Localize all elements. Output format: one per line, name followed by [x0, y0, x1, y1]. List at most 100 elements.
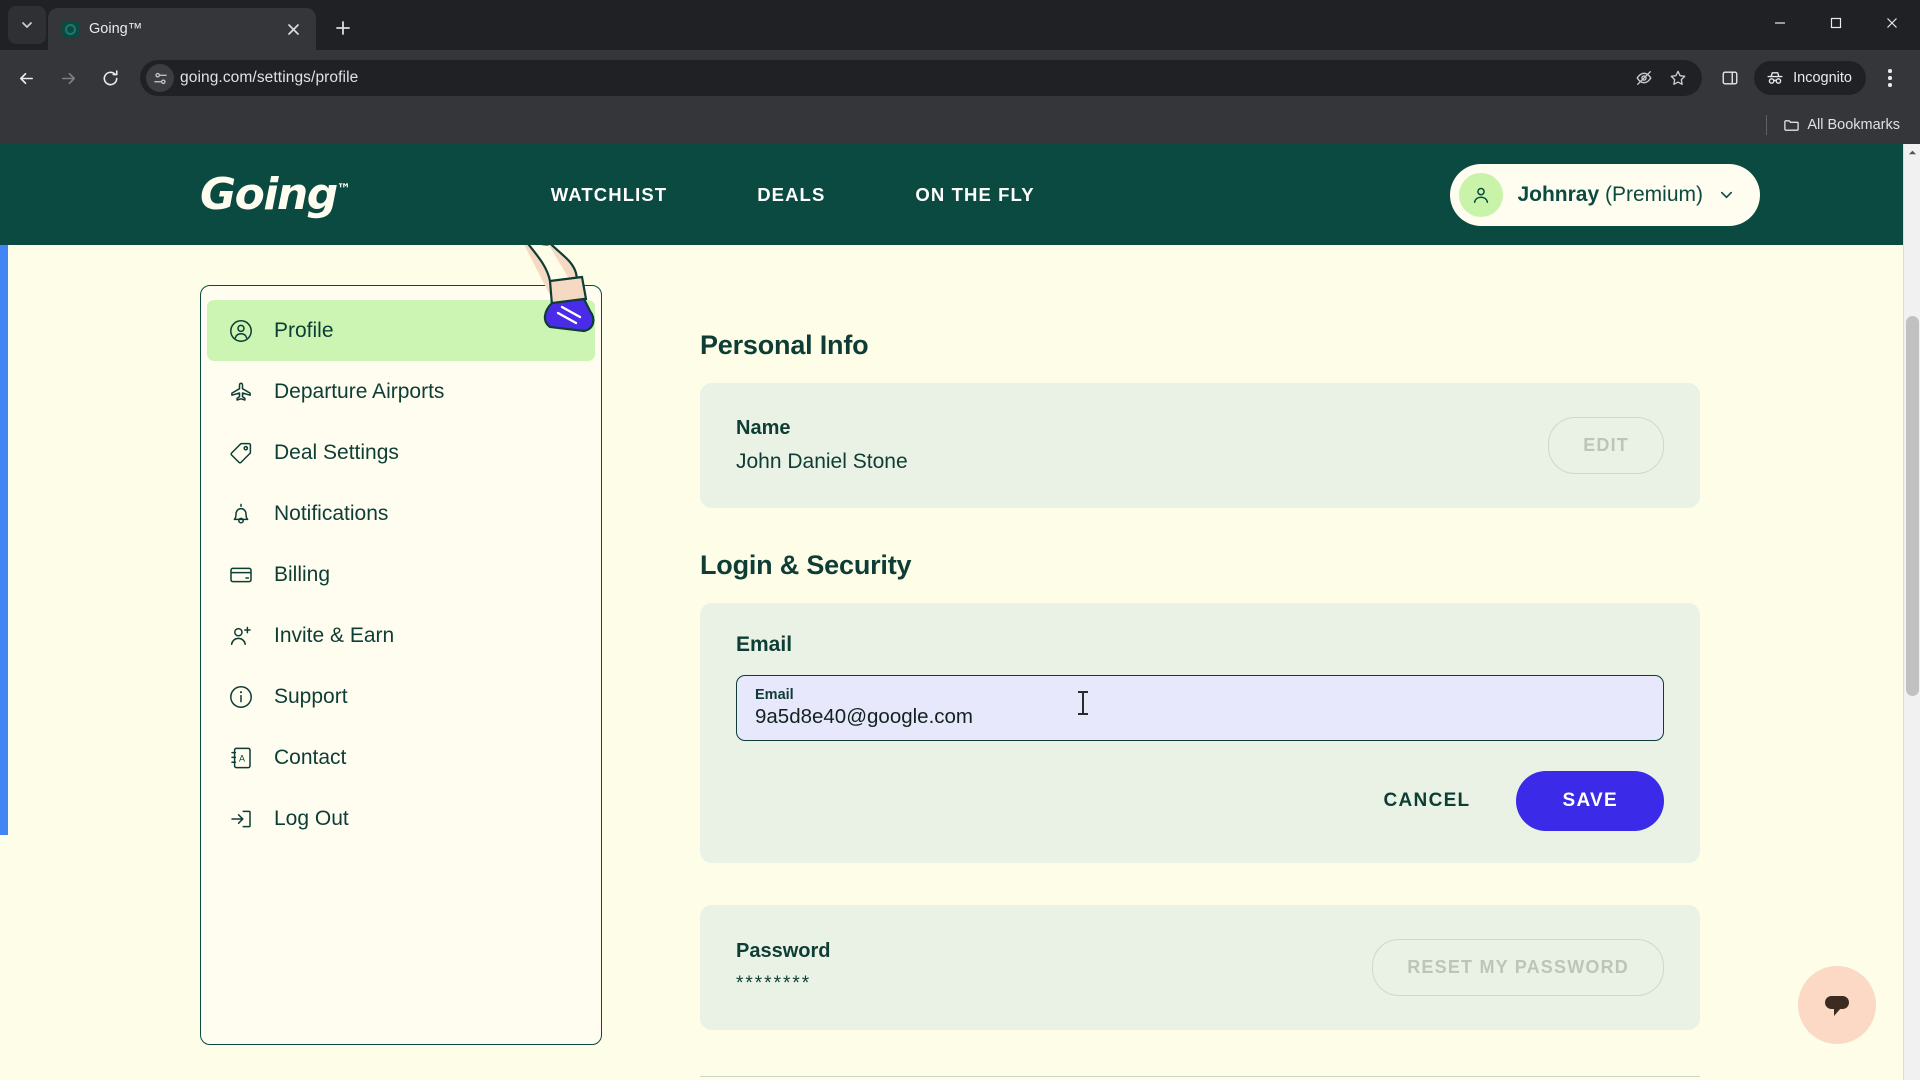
chat-widget-button[interactable]: [1798, 966, 1876, 1044]
scrollbar-thumb[interactable]: [1906, 316, 1919, 696]
folder-icon: [1784, 119, 1800, 131]
credit-card-icon: [227, 561, 254, 588]
side-panel-icon[interactable]: [1712, 60, 1748, 96]
url-text: going.com/settings/profile: [180, 69, 359, 86]
sidebar-label-log-out: Log Out: [274, 806, 349, 830]
minimize-icon[interactable]: [1752, 0, 1808, 46]
browser-window: Going™ going.com/settings/profile Incogn…: [0, 0, 1920, 1080]
reset-password-button[interactable]: RESET MY PASSWORD: [1372, 939, 1664, 996]
sidebar-item-profile[interactable]: Profile: [207, 300, 595, 361]
going-logo[interactable]: Going™: [200, 169, 351, 220]
nav-deals[interactable]: DEALS: [757, 184, 825, 206]
email-heading: Email: [736, 633, 793, 656]
info-circle-icon: [227, 683, 254, 710]
incognito-badge[interactable]: Incognito: [1754, 61, 1866, 95]
window-close-icon[interactable]: [1864, 0, 1920, 46]
password-value: ********: [736, 973, 812, 994]
chat-bubble-icon: [1825, 996, 1849, 1016]
account-user: Johnray: [1517, 182, 1600, 206]
name-value: John Daniel Stone: [736, 450, 908, 473]
tab-search-icon[interactable]: [8, 6, 46, 44]
account-tier: (Premium): [1605, 182, 1703, 206]
sidebar-label-notifications: Notifications: [274, 501, 389, 525]
back-arrow-icon[interactable]: [6, 58, 46, 98]
bell-icon: [227, 500, 254, 527]
sidebar-label-departure-airports: Departure Airports: [274, 379, 445, 403]
password-card: Password ******** RESET MY PASSWORD: [700, 905, 1700, 1030]
settings-main-content: Personal Info Name John Daniel Stone EDI…: [620, 245, 1920, 1080]
tab-title: Going™: [89, 21, 143, 37]
scroll-up-arrow-icon[interactable]: [1904, 144, 1920, 161]
plus-icon[interactable]: [326, 11, 360, 45]
sidebar-item-invite-earn[interactable]: Invite & Earn: [201, 605, 601, 666]
email-field-label: Email: [755, 687, 794, 703]
reload-icon[interactable]: [90, 58, 130, 98]
page-scrollbar[interactable]: [1903, 144, 1920, 1080]
sidebar-label-support: Support: [274, 684, 348, 708]
text-cursor: [1079, 691, 1087, 715]
all-bookmarks-button[interactable]: All Bookmarks: [1777, 113, 1906, 138]
sidebar-label-contact: Contact: [274, 745, 347, 769]
name-card-text: Name John Daniel Stone: [736, 417, 908, 474]
settings-sidebar: Profile Departure Airports Deal Settings…: [200, 285, 602, 1045]
user-circle-icon: [227, 317, 254, 344]
sidebar-label-deal-settings: Deal Settings: [274, 440, 399, 464]
logo-text: Going: [200, 169, 338, 220]
going-favicon: [62, 20, 79, 38]
sidebar-item-billing[interactable]: Billing: [201, 544, 601, 605]
email-input[interactable]: Email 9a5d8e40@google.com: [736, 675, 1664, 741]
address-bar[interactable]: going.com/settings/profile: [140, 60, 1703, 96]
svg-text:A: A: [238, 753, 244, 763]
three-dot-menu-icon[interactable]: [1872, 60, 1908, 96]
password-card-text: Password ********: [736, 940, 830, 995]
save-button[interactable]: SAVE: [1516, 771, 1664, 831]
page-viewport: Going™ WATCHLIST DEALS ON THE FLY Johnra…: [0, 144, 1920, 1080]
settings-sidebar-wrapper: Profile Departure Airports Deal Settings…: [200, 151, 620, 1080]
email-value: 9a5d8e40@google.com: [755, 705, 974, 728]
edit-name-button[interactable]: EDIT: [1548, 417, 1664, 474]
page-body: Profile Departure Airports Deal Settings…: [0, 151, 1920, 1080]
browser-toolbar: going.com/settings/profile Incognito: [0, 50, 1920, 106]
sidebar-label-invite-earn: Invite & Earn: [274, 623, 395, 647]
personal-info-title: Personal Info: [700, 330, 869, 360]
person-add-icon: [227, 622, 254, 649]
account-name: Johnray (Premium): [1517, 183, 1703, 207]
airplane-icon: [227, 378, 254, 405]
name-label: Name: [736, 417, 791, 439]
all-bookmarks-label: All Bookmarks: [1807, 117, 1900, 133]
sidebar-label-billing: Billing: [274, 562, 331, 586]
close-icon[interactable]: [280, 16, 306, 42]
focus-indicator-strip: [0, 245, 8, 835]
star-icon[interactable]: [1662, 62, 1694, 94]
login-security-title: Login & Security: [700, 550, 912, 580]
logo-tm: ™: [336, 181, 351, 198]
nav-watchlist[interactable]: WATCHLIST: [551, 184, 667, 206]
sidebar-item-notifications[interactable]: Notifications: [201, 483, 601, 544]
forward-arrow-icon[interactable]: [48, 58, 88, 98]
bookmark-divider: [1766, 115, 1768, 135]
sidebar-item-deal-settings[interactable]: Deal Settings: [201, 422, 601, 483]
maximize-icon[interactable]: [1808, 0, 1864, 46]
nav-on-the-fly[interactable]: ON THE FLY: [915, 184, 1034, 206]
sidebar-item-contact[interactable]: A Contact: [201, 727, 601, 788]
sidebar-item-support[interactable]: Support: [201, 666, 601, 727]
site-navigation: WATCHLIST DEALS ON THE FLY: [551, 184, 1035, 206]
account-menu-button[interactable]: Johnray (Premium): [1450, 163, 1760, 226]
bookmarks-bar: All Bookmarks: [0, 106, 1920, 144]
browser-tab[interactable]: Going™: [48, 8, 316, 50]
password-label: Password: [736, 940, 831, 962]
person-icon: [1474, 187, 1489, 203]
name-card: Name John Daniel Stone EDIT: [700, 383, 1700, 508]
sidebar-item-departure-airports[interactable]: Departure Airports: [201, 361, 601, 422]
section-divider: [700, 1076, 1700, 1077]
logout-icon: [227, 805, 254, 832]
sidebar-item-log-out[interactable]: Log Out: [201, 788, 601, 849]
page-settings-icon[interactable]: [146, 64, 174, 92]
email-actions: CANCEL SAVE: [736, 771, 1664, 831]
tag-icon: [227, 439, 254, 466]
site-header: Going™ WATCHLIST DEALS ON THE FLY Johnra…: [0, 144, 1920, 245]
sidebar-label-profile: Profile: [274, 318, 334, 342]
omnibox-actions: [1628, 62, 1694, 94]
eye-off-icon[interactable]: [1628, 62, 1660, 94]
cancel-button[interactable]: CANCEL: [1364, 774, 1491, 828]
